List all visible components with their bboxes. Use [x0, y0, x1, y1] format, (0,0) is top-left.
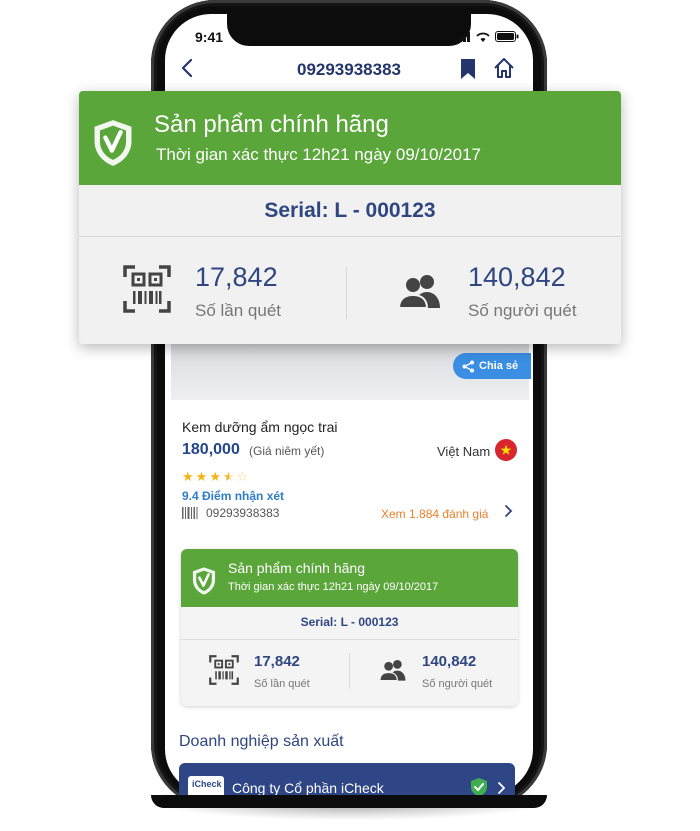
home-icon[interactable] [493, 57, 515, 79]
scan-count: 17,842 [254, 653, 300, 670]
scanner-count: 140,842 [422, 653, 477, 670]
shield-check-icon [94, 120, 132, 166]
product-info: Kem dưỡng ẩm ngọc trai 180,000 (Giá niêm… [171, 400, 529, 530]
users-icon [379, 660, 406, 681]
verification-card-inline: Sản phẩm chính hãng Thời gian xác thực 1… [181, 549, 518, 706]
star-full-icon: ★ [209, 469, 221, 484]
divider [181, 639, 518, 640]
signal-icon [455, 31, 470, 42]
scanner-count: 140,842 [468, 262, 566, 292]
star-full-icon: ★ [182, 469, 194, 484]
chevron-right-icon[interactable] [504, 504, 513, 518]
phone-notch [227, 12, 471, 46]
scan-count: 17,842 [195, 262, 278, 292]
verification-title: Sản phẩm chính hãng [154, 111, 389, 138]
vietnam-flag-icon [495, 439, 517, 461]
wifi-icon [476, 32, 490, 42]
scanner-count-label: Số người quét [468, 301, 577, 320]
users-icon [397, 275, 440, 308]
navbar: 09293938383 [165, 52, 533, 88]
scanner-count-label: Số người quét [422, 678, 493, 690]
verified-check-icon [471, 778, 487, 797]
verification-title: Sản phẩm chính hãng [228, 560, 365, 576]
company-name: Công ty Cổ phần iCheck [232, 780, 384, 796]
scan-count-label: Số lần quét [195, 301, 282, 320]
verification-subtitle: Thời gian xác thực 12h21 ngày 09/10/2017 [156, 145, 481, 164]
qr-scan-icon [123, 265, 171, 313]
share-icon [462, 360, 474, 372]
serial-number: Serial: L - 000123 [264, 199, 436, 222]
chevron-right-icon[interactable] [497, 781, 506, 795]
status-icons [455, 31, 519, 42]
barcode-icon [182, 507, 198, 519]
verification-card-enlarged: Sản phẩm chính hãng Thời gian xác thực 1… [79, 91, 621, 344]
battery-icon [495, 31, 519, 42]
stat-divider [349, 653, 350, 689]
product-origin: Việt Nam [437, 444, 491, 459]
manufacturer-section-title: Doanh nghiệp sản xuất [179, 733, 344, 750]
qr-scan-icon [209, 655, 239, 685]
share-button[interactable]: Chia sẻ [453, 353, 531, 379]
verification-subtitle: Thời gian xác thực 12h21 ngày 09/10/2017 [228, 581, 439, 593]
phone-bezel-bottom [151, 795, 547, 808]
rating-stars: ★ ★ ★ ★ ☆ [182, 470, 248, 483]
page-title: 09293938383 [296, 60, 401, 79]
product-name: Kem dưỡng ẩm ngọc trai [182, 419, 338, 435]
bookmark-icon[interactable] [459, 58, 477, 80]
serial-number: Serial: L - 000123 [300, 615, 399, 629]
verification-header: Sản phẩm chính hãng Thời gian xác thực 1… [181, 549, 518, 607]
divider [79, 236, 621, 237]
star-empty-icon: ☆ [236, 469, 249, 484]
shield-check-icon [192, 567, 216, 595]
scan-count-label: Số lần quét [254, 678, 310, 690]
product-price-note: (Giá niêm yết) [249, 444, 325, 458]
stat-divider [346, 267, 347, 319]
star-full-icon: ★ [195, 469, 208, 484]
view-reviews-link[interactable]: Xem 1.884 đánh giá [381, 507, 488, 521]
star-half-icon: ★ [222, 469, 235, 484]
share-label: Chia sẻ [479, 360, 519, 372]
status-time: 9:41 [195, 29, 224, 45]
product-price: 180,000 [182, 441, 240, 458]
verification-header: Sản phẩm chính hãng Thời gian xác thực 1… [79, 91, 621, 185]
product-barcode: 09293938383 [206, 506, 280, 520]
review-score: 9.4 Điểm nhận xét [182, 489, 285, 503]
